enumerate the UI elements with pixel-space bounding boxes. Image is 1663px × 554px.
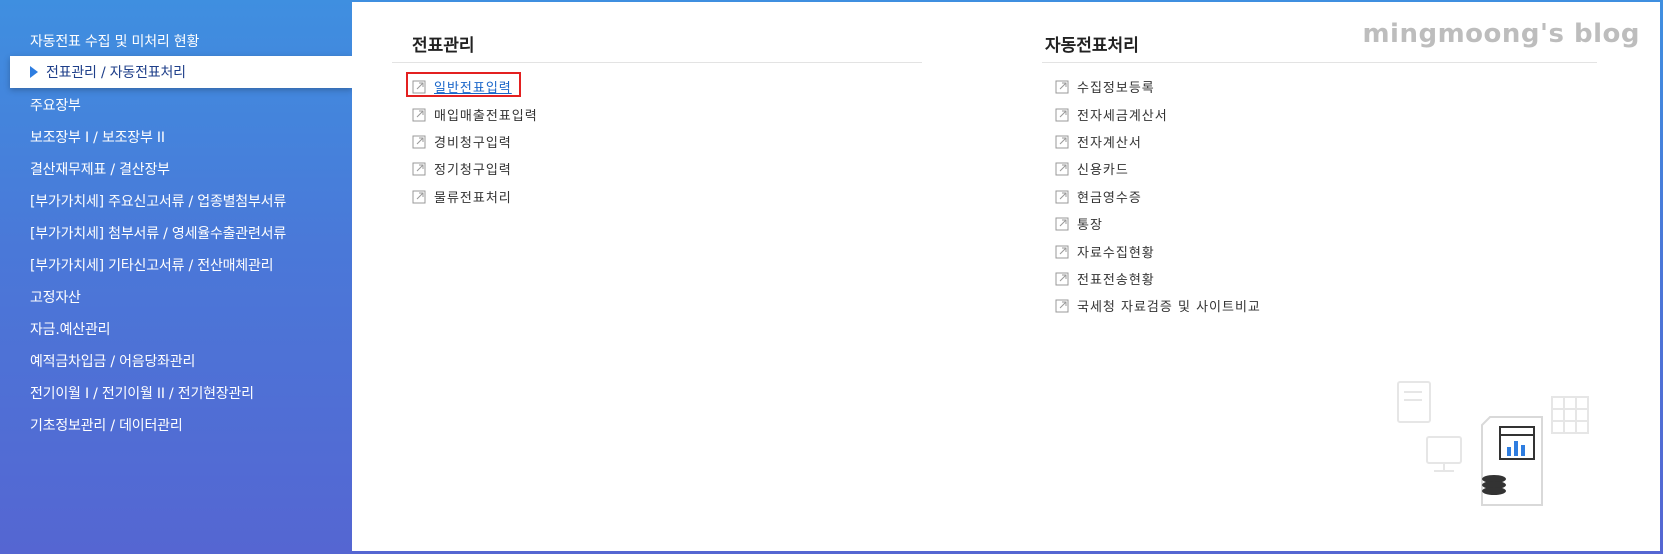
sidebar-item-fixed-assets[interactable]: 고정자산 (30, 287, 81, 307)
link-label: 전자계산서 (1077, 136, 1142, 151)
link-label: 매입매출전표입력 (434, 109, 538, 124)
link-purchase-sales-voucher[interactable]: 매입매출전표입력 (412, 105, 538, 124)
triangle-right-icon (30, 66, 38, 78)
sidebar-item-vat-other-reports[interactable]: [부가가치세] 기타신고서류 / 전산매체관리 (30, 255, 274, 275)
external-link-icon (1055, 299, 1069, 312)
external-link-icon (1055, 135, 1069, 148)
sidebar-item-vat-attachments[interactable]: [부가가치세] 첨부서류 / 영세율수출관련서류 (30, 223, 286, 243)
link-label: 통장 (1077, 218, 1103, 233)
link-credit-card[interactable]: 신용카드 (1055, 159, 1129, 178)
link-voucher-transfer-status[interactable]: 전표전송현황 (1055, 269, 1155, 288)
highlight-box (406, 72, 521, 97)
sidebar-item-closing-statements[interactable]: 결산재무제표 / 결산장부 (30, 159, 170, 179)
link-label: 물류전표처리 (434, 191, 512, 206)
external-link-icon (1055, 217, 1069, 230)
external-link-icon (1055, 272, 1069, 285)
link-label: 자료수집현황 (1077, 246, 1155, 261)
link-cash-receipt[interactable]: 현금영수증 (1055, 187, 1142, 206)
external-link-icon (412, 108, 426, 121)
link-label: 경비청구입력 (434, 136, 512, 151)
link-label: 현금영수증 (1077, 191, 1142, 206)
link-data-collection-status[interactable]: 자료수집현황 (1055, 242, 1155, 261)
external-link-icon (1055, 162, 1069, 175)
link-e-invoice[interactable]: 전자계산서 (1055, 132, 1142, 151)
external-link-icon (412, 190, 426, 203)
divider (392, 62, 922, 63)
sidebar-item-deposits-bills[interactable]: 예적금차입금 / 어음당좌관리 (30, 351, 195, 371)
external-link-icon (412, 162, 426, 175)
link-label: 국세청 자료검증 및 사이트비교 (1077, 300, 1261, 315)
external-link-icon (1055, 108, 1069, 121)
left-column-title: 전표관리 (412, 36, 475, 56)
sidebar-item-voucher-management[interactable]: 전표관리 / 자동전표처리 (10, 56, 352, 88)
link-expense-claim[interactable]: 경비청구입력 (412, 132, 512, 151)
link-label: 전자세금계산서 (1077, 109, 1168, 124)
link-label: 신용카드 (1077, 163, 1129, 178)
sidebar-item-basic-info[interactable]: 기초정보관리 / 데이터관리 (30, 415, 183, 435)
watermark: mingmoong's blog (1362, 19, 1640, 49)
link-regular-claim[interactable]: 정기청구입력 (412, 159, 512, 178)
link-label: 수집정보등록 (1077, 81, 1155, 96)
sidebar-item-carryover[interactable]: 전기이월 I / 전기이월 II / 전기현장관리 (30, 383, 254, 403)
sidebar-item-sub-ledger[interactable]: 보조장부 I / 보조장부 II (30, 127, 165, 147)
external-link-icon (1055, 190, 1069, 203)
divider (1042, 62, 1597, 63)
main-panel: mingmoong's blog 전표관리 자동전표처리 일반전표입력 매입매출… (352, 2, 1660, 551)
link-logistics-voucher[interactable]: 물류전표처리 (412, 187, 512, 206)
link-collection-info[interactable]: 수집정보등록 (1055, 77, 1155, 96)
external-link-icon (1055, 245, 1069, 258)
link-e-tax-invoice[interactable]: 전자세금계산서 (1055, 105, 1168, 124)
sidebar: 자동전표 수집 및 미처리 현황 전표관리 / 자동전표처리 주요장부 보조장부… (0, 0, 352, 554)
external-link-icon (1055, 80, 1069, 93)
sidebar-item-main-ledger[interactable]: 주요장부 (30, 95, 81, 115)
sidebar-item-auto-voucher-status[interactable]: 자동전표 수집 및 미처리 현황 (30, 31, 199, 51)
office-illustration-icon (1397, 381, 1589, 506)
link-label: 전표전송현황 (1077, 273, 1155, 288)
link-nts-data-verification[interactable]: 국세청 자료검증 및 사이트비교 (1055, 296, 1261, 315)
sidebar-item-vat-main-reports[interactable]: [부가가치세] 주요신고서류 / 업종별첨부서류 (30, 191, 286, 211)
link-bankbook[interactable]: 통장 (1055, 214, 1103, 233)
external-link-icon (412, 135, 426, 148)
right-column-title: 자동전표처리 (1045, 36, 1139, 56)
sidebar-item-label: 전표관리 / 자동전표처리 (46, 65, 186, 81)
sidebar-item-funds-budget[interactable]: 자금.예산관리 (30, 319, 111, 339)
link-label: 정기청구입력 (434, 163, 512, 178)
